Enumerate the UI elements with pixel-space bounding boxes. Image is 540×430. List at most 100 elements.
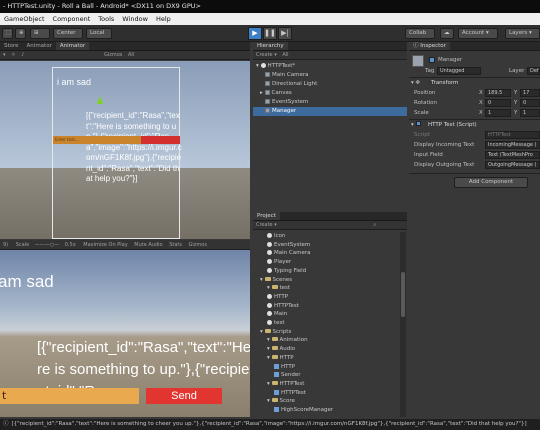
pause-button[interactable]: ❚❚: [263, 27, 277, 40]
display-dropdown[interactable]: 9): [3, 242, 8, 248]
rect-tool-icon[interactable]: ⬚: [2, 28, 13, 39]
input-field-reference[interactable]: Text (TextMeshPro: [485, 151, 540, 159]
scale-slider[interactable]: ———○—: [35, 242, 59, 248]
rotation-x-field[interactable]: 0: [485, 99, 511, 107]
project-item[interactable]: ▾ Animation: [253, 336, 399, 345]
gizmos-dropdown[interactable]: Gizmos: [104, 52, 122, 58]
position-x-field[interactable]: 189.5: [485, 89, 511, 97]
mute-audio-toggle[interactable]: Mute Audio: [134, 242, 162, 248]
project-item[interactable]: HTTPTest: [253, 389, 399, 398]
hierarchy-search-input[interactable]: All: [282, 52, 288, 58]
space-toggle[interactable]: Local: [86, 28, 112, 39]
active-checkbox[interactable]: [429, 57, 435, 63]
console-status-bar[interactable]: ⓘ [{"recipient_id":"Rasa","text":"Here is…: [0, 419, 540, 430]
main-toolbar: ⬚ ⊕ ⊞ Center Local ▶ ❚❚ ▶| Collab ☁ Acco…: [0, 25, 540, 42]
project-scroll-thumb[interactable]: [401, 272, 405, 317]
position-y-field[interactable]: 17: [520, 89, 540, 97]
scene-send-button[interactable]: [141, 136, 180, 144]
scene-input-field[interactable]: Enter text...: [53, 136, 141, 144]
menu-help[interactable]: Help: [152, 15, 175, 23]
menu-window[interactable]: Window: [118, 15, 152, 23]
hierarchy-item-manager[interactable]: Manager: [253, 107, 407, 116]
game-view[interactable]: am sad [{"recipient_id":"Rasa","text":"H…: [0, 250, 250, 417]
incoming-text-field[interactable]: IncomingMessage (: [485, 141, 540, 149]
folder-toggle-icon[interactable]: ▾: [267, 381, 272, 387]
folder-toggle-icon[interactable]: ▾: [267, 355, 272, 361]
project-item[interactable]: ▾ Score: [253, 397, 399, 406]
folder-toggle-icon[interactable]: ▾: [267, 337, 272, 343]
project-item[interactable]: ▾ HTTPTest: [253, 380, 399, 389]
hierarchy-item-eventsystem[interactable]: EventSystem: [253, 98, 407, 107]
play-button[interactable]: ▶: [248, 27, 262, 40]
transform-tool-icon[interactable]: ⊕: [15, 28, 26, 39]
pivot-toggle[interactable]: Center: [53, 28, 83, 39]
tab-project[interactable]: Project: [253, 212, 280, 220]
step-button[interactable]: ▶|: [278, 27, 292, 40]
folder-toggle-icon[interactable]: ▾: [260, 277, 265, 283]
transform-foldout[interactable]: ▾ ✥: [411, 79, 420, 87]
project-item[interactable]: HighScoreManager: [253, 406, 399, 415]
project-scrollbar[interactable]: [400, 232, 406, 417]
layers-dropdown[interactable]: Layers ▾: [505, 28, 540, 39]
project-item[interactable]: Sender: [253, 371, 399, 380]
folder-toggle-icon[interactable]: ▾: [260, 329, 265, 335]
menu-gameobject[interactable]: GameObject: [0, 15, 49, 23]
add-component-button[interactable]: Add Component: [454, 177, 528, 188]
folder-toggle-icon[interactable]: ▾: [267, 285, 272, 291]
project-item[interactable]: Icon: [253, 232, 399, 241]
scene-search[interactable]: All: [128, 52, 134, 58]
hierarchy-item-canvas[interactable]: ▸ Canvas: [253, 89, 407, 98]
tab-store[interactable]: Store: [0, 42, 23, 50]
project-item[interactable]: HTTP: [253, 363, 399, 372]
project-item[interactable]: ▾ Scripts: [253, 328, 399, 337]
project-item[interactable]: HTTPTest: [253, 302, 399, 311]
rotation-y-field[interactable]: 0: [520, 99, 540, 107]
project-item[interactable]: Main: [253, 310, 399, 319]
scene-2d-toggle[interactable]: ▾: [3, 52, 6, 58]
project-search-icon[interactable]: ⌕: [373, 222, 376, 228]
maximize-on-play-toggle[interactable]: Maximize On Play: [83, 242, 127, 248]
tab-hierarchy[interactable]: Hierarchy: [253, 42, 288, 50]
scale-y-field[interactable]: 1: [520, 109, 540, 117]
tag-dropdown[interactable]: Untagged: [437, 67, 481, 75]
project-item[interactable]: Typing Field: [253, 267, 399, 276]
project-item[interactable]: ▾ test: [253, 284, 399, 293]
tab-animation[interactable]: Animator: [23, 42, 56, 50]
tools-icon[interactable]: ⊞: [30, 28, 50, 39]
project-item[interactable]: HTTP: [253, 293, 399, 302]
light-icon[interactable]: ☼: [11, 52, 15, 58]
layer-dropdown[interactable]: Def: [527, 67, 540, 75]
tab-animator[interactable]: Animator: [55, 42, 90, 50]
project-create-dropdown[interactable]: Create: [256, 222, 273, 228]
project-item[interactable]: ▾ Scenes: [253, 276, 399, 285]
hierarchy-create-dropdown[interactable]: Create: [256, 52, 273, 58]
project-item[interactable]: ▾ HTTP: [253, 354, 399, 363]
cloud-icon[interactable]: ☁: [440, 28, 454, 39]
tab-inspector[interactable]: ⓘ Inspector: [409, 42, 450, 50]
game-input-field[interactable]: t: [0, 388, 139, 404]
project-item[interactable]: Main Camera: [253, 249, 399, 258]
send-button[interactable]: Send: [146, 388, 222, 404]
script-enabled-checkbox[interactable]: [415, 121, 421, 126]
scene-view[interactable]: i am sad [{"recipient_id":"Rasa","text":…: [0, 61, 250, 239]
scale-x-field[interactable]: 1: [485, 109, 511, 117]
folder-toggle-icon[interactable]: ▾: [267, 398, 272, 404]
project-item[interactable]: Player: [253, 258, 399, 267]
outgoing-text-field[interactable]: OutgoingMessage (: [485, 161, 540, 169]
audio-icon[interactable]: ♪: [21, 52, 24, 58]
game-gizmos-dropdown[interactable]: Gizmos: [189, 242, 207, 248]
script-foldout[interactable]: ▾: [411, 121, 421, 129]
project-item[interactable]: ▾ Audio: [253, 345, 399, 354]
hierarchy-item-directional-light[interactable]: Directional Light: [253, 80, 407, 89]
menu-tools[interactable]: Tools: [94, 15, 118, 23]
menu-component[interactable]: Component: [49, 15, 95, 23]
scene-root[interactable]: ▾ HTTPTest*: [253, 62, 407, 71]
hierarchy-item-main-camera[interactable]: Main Camera: [253, 71, 407, 80]
stats-toggle[interactable]: Stats: [169, 242, 182, 248]
project-item[interactable]: test: [253, 319, 399, 328]
folder-toggle-icon[interactable]: ▾: [267, 346, 272, 352]
move-gizmo-icon[interactable]: [97, 96, 103, 104]
project-item[interactable]: EventSystem: [253, 241, 399, 250]
collab-button[interactable]: Collab: [405, 28, 435, 39]
account-dropdown[interactable]: Account ▾: [458, 28, 498, 39]
